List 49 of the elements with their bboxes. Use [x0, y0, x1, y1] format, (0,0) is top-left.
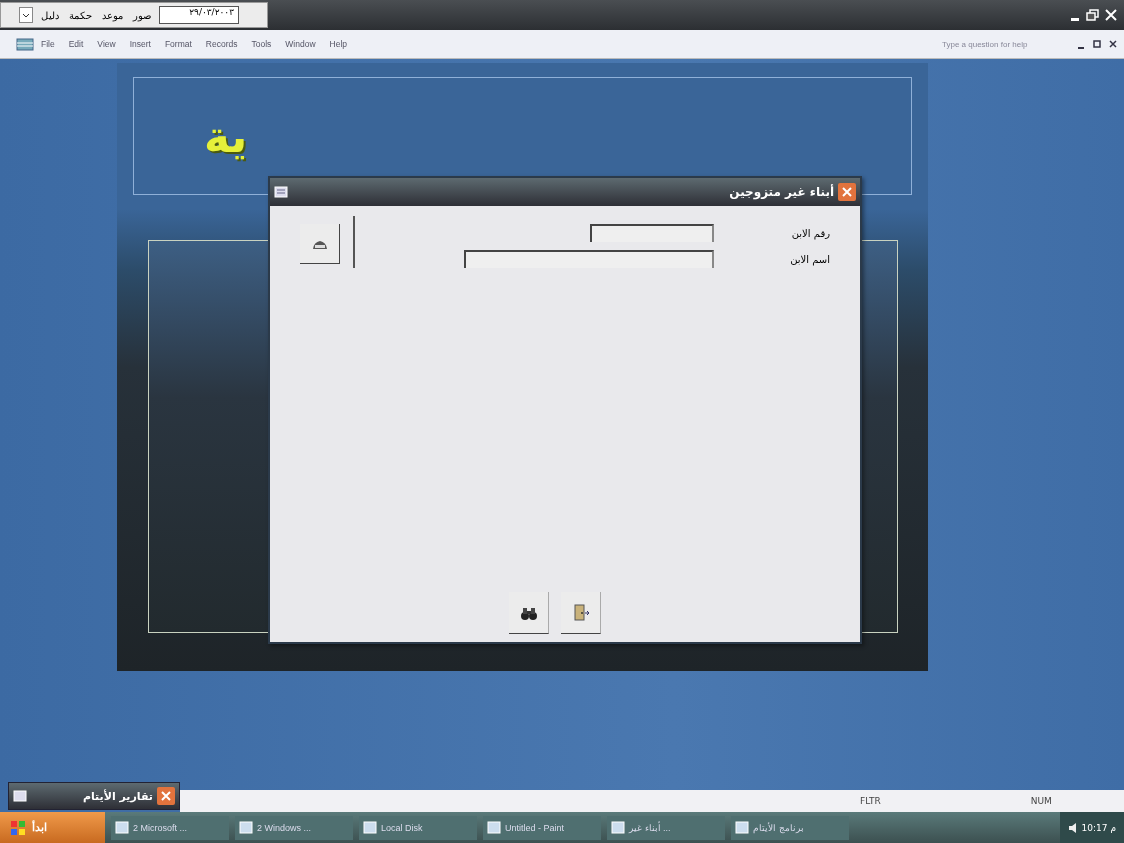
restore-icon[interactable]	[1092, 39, 1102, 49]
menu-item[interactable]: Help	[322, 39, 355, 49]
dropdown-button[interactable]	[19, 7, 33, 23]
taskbar-button[interactable]: 2 Microsoft ...	[111, 815, 229, 840]
toolbar-button[interactable]: دليل	[39, 9, 61, 21]
database-icon	[16, 36, 34, 52]
window-icon	[735, 821, 749, 834]
text-field[interactable]	[464, 250, 714, 268]
menu-item[interactable]: Format	[157, 39, 199, 49]
windows-logo-icon	[10, 819, 26, 836]
taskbar-button[interactable]: Untitled - Paint	[483, 815, 601, 840]
menu-item[interactable]: Records	[198, 39, 245, 49]
taskbar-button[interactable]: Local Disk	[359, 815, 477, 840]
menu-item[interactable]: Window	[278, 39, 323, 49]
toolbar-button[interactable]: حكمة	[67, 9, 94, 21]
minimized-window[interactable]: تقارير الأيتام	[8, 782, 180, 810]
taskbar-button[interactable]: أبناء غير ...	[607, 815, 725, 840]
window-icon	[611, 821, 625, 834]
clock: 10:17 م	[1081, 822, 1116, 833]
door-icon	[571, 604, 590, 621]
text-field[interactable]	[590, 224, 714, 242]
restore-icon[interactable]	[1086, 8, 1100, 22]
field-label: اسم الابن	[789, 253, 830, 265]
form-icon	[274, 185, 288, 199]
window-icon	[487, 821, 501, 834]
menu-item[interactable]: Tools	[244, 39, 279, 49]
menu-item[interactable]: View	[90, 39, 123, 49]
toolbar-button[interactable]: موعد	[100, 9, 125, 21]
window-icon	[115, 821, 129, 834]
menu-item[interactable]: Insert	[122, 39, 158, 49]
help-field[interactable]: Type a question for help	[940, 38, 1064, 50]
menu-item[interactable]: Edit	[61, 39, 91, 49]
taskbar-button[interactable]: برنامج الأيتام	[731, 815, 849, 840]
window-title: تقارير الأيتام	[82, 789, 153, 803]
status-indicator: FLTR	[860, 796, 881, 806]
window-icon	[363, 821, 377, 834]
caret-icon	[22, 11, 30, 19]
toolbar-button[interactable]: صور	[131, 9, 153, 21]
window-icon	[239, 821, 253, 834]
taskbar-button[interactable]: 2 Windows ...	[235, 815, 353, 840]
status-indicator: NUM	[1030, 796, 1052, 806]
field-label: رقم الابن	[790, 227, 830, 239]
form-icon	[13, 789, 27, 803]
banner-title: ية	[204, 110, 248, 162]
date-field: ٢٩/٠٣/٢٠٠٣	[159, 6, 239, 24]
close-icon[interactable]	[1108, 39, 1118, 49]
dialog-title: أبناء غير متزوجين	[729, 185, 834, 199]
menu-item[interactable]: File	[34, 39, 62, 49]
speaker-icon	[1067, 820, 1078, 835]
